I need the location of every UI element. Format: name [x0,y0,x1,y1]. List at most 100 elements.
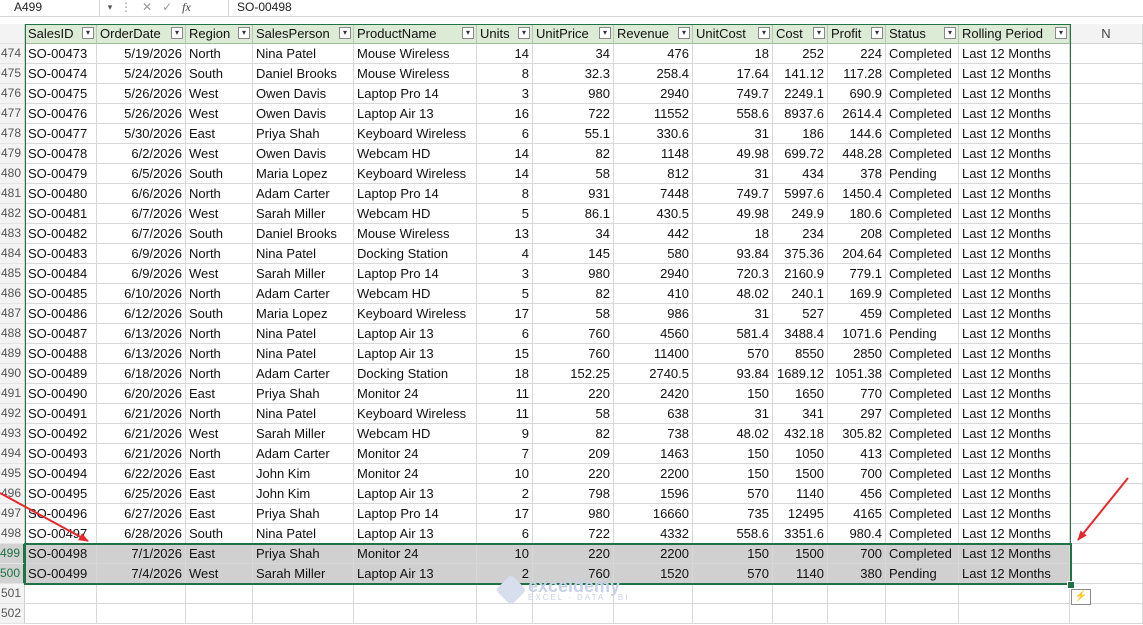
row-number[interactable]: 496 [0,484,25,504]
table-cell-profit[interactable]: 297 [828,404,886,424]
table-cell-salesperson[interactable]: Nina Patel [253,524,354,544]
table-cell-cost[interactable]: 1500 [773,544,828,564]
table-cell-cost[interactable]: 2249.1 [773,84,828,104]
table-cell-n[interactable] [1070,204,1143,224]
table-cell-region[interactable]: South [186,224,253,244]
column-header-region[interactable]: Region ▾ [186,24,253,44]
table-cell-region[interactable]: East [186,124,253,144]
empty-cell[interactable] [614,604,693,624]
table-cell-salesid[interactable]: SO-00490 [25,384,97,404]
table-cell-orderdate[interactable]: 6/12/2026 [97,304,186,324]
filter-dropdown-icon[interactable]: ▾ [1055,27,1067,39]
table-cell-unitcost[interactable]: 558.6 [693,104,773,124]
table-cell-status[interactable]: Completed [886,444,959,464]
table-cell-orderdate[interactable]: 6/13/2026 [97,324,186,344]
table-cell-unitcost[interactable]: 735 [693,504,773,524]
table-cell-salesid[interactable]: SO-00477 [25,124,97,144]
table-cell-n[interactable] [1070,444,1143,464]
row-number[interactable]: 487 [0,304,25,324]
more-options-icon[interactable]: ⋮ [120,0,132,16]
formula-input[interactable]: SO-00498 [228,0,1143,16]
table-cell-productname[interactable]: Laptop Air 13 [354,324,477,344]
column-header-salesid[interactable]: SalesID ▾ [25,24,97,44]
table-cell-status[interactable]: Completed [886,104,959,124]
table-cell-productname[interactable]: Mouse Wireless [354,44,477,64]
table-cell-status[interactable]: Pending [886,564,959,584]
row-number[interactable]: 486 [0,284,25,304]
table-cell-units[interactable]: 4 [477,244,533,264]
table-cell-profit[interactable]: 779.1 [828,264,886,284]
table-cell-revenue[interactable]: 430.5 [614,204,693,224]
row-number[interactable]: 494 [0,444,25,464]
table-cell-unitprice[interactable]: 220 [533,544,614,564]
table-cell-units[interactable]: 6 [477,524,533,544]
table-cell-salesid[interactable]: SO-00489 [25,364,97,384]
table-cell-productname[interactable]: Mouse Wireless [354,64,477,84]
table-cell-status[interactable]: Pending [886,164,959,184]
empty-cell[interactable] [1070,604,1143,624]
table-cell-profit[interactable]: 2850 [828,344,886,364]
table-cell-salesperson[interactable]: Owen Davis [253,104,354,124]
table-cell-units[interactable]: 3 [477,264,533,284]
table-cell-rolling-period[interactable]: Last 12 Months [959,564,1070,584]
table-cell-cost[interactable]: 527 [773,304,828,324]
empty-cell[interactable] [25,584,97,604]
table-cell-rolling-period[interactable]: Last 12 Months [959,284,1070,304]
table-cell-unitcost[interactable]: 48.02 [693,424,773,444]
table-cell-status[interactable]: Completed [886,264,959,284]
table-cell-unitprice[interactable]: 34 [533,44,614,64]
table-cell-unitcost[interactable]: 48.02 [693,284,773,304]
table-cell-region[interactable]: West [186,84,253,104]
table-cell-n[interactable] [1070,324,1143,344]
table-cell-salesid[interactable]: SO-00497 [25,524,97,544]
row-number[interactable]: 498 [0,524,25,544]
table-cell-orderdate[interactable]: 7/1/2026 [97,544,186,564]
table-cell-revenue[interactable]: 11400 [614,344,693,364]
empty-cell[interactable] [886,604,959,624]
table-cell-salesid[interactable]: SO-00476 [25,104,97,124]
table-cell-status[interactable]: Completed [886,244,959,264]
table-cell-unitcost[interactable]: 150 [693,544,773,564]
filter-dropdown-icon[interactable]: ▾ [462,27,474,39]
table-cell-unitcost[interactable]: 31 [693,164,773,184]
table-cell-salesperson[interactable]: Owen Davis [253,84,354,104]
table-cell-profit[interactable]: 204.64 [828,244,886,264]
table-cell-orderdate[interactable]: 6/9/2026 [97,244,186,264]
table-cell-region[interactable]: East [186,384,253,404]
table-cell-salesperson[interactable]: Sarah Miller [253,204,354,224]
empty-cell[interactable] [354,584,477,604]
table-cell-salesid[interactable]: SO-00480 [25,184,97,204]
table-cell-cost[interactable]: 12495 [773,504,828,524]
table-cell-productname[interactable]: Webcam HD [354,144,477,164]
table-cell-orderdate[interactable]: 6/25/2026 [97,484,186,504]
table-cell-productname[interactable]: Monitor 24 [354,384,477,404]
table-cell-revenue[interactable]: 330.6 [614,124,693,144]
table-cell-orderdate[interactable]: 6/18/2026 [97,364,186,384]
table-cell-rolling-period[interactable]: Last 12 Months [959,424,1070,444]
table-cell-revenue[interactable]: 7448 [614,184,693,204]
table-cell-profit[interactable]: 305.82 [828,424,886,444]
table-cell-unitcost[interactable]: 570 [693,344,773,364]
table-cell-cost[interactable]: 240.1 [773,284,828,304]
table-cell-productname[interactable]: Laptop Air 13 [354,104,477,124]
filter-dropdown-icon[interactable]: ▾ [871,27,883,39]
table-cell-n[interactable] [1070,64,1143,84]
table-cell-productname[interactable]: Laptop Air 13 [354,484,477,504]
table-cell-n[interactable] [1070,164,1143,184]
table-cell-region[interactable]: North [186,284,253,304]
table-cell-units[interactable]: 5 [477,204,533,224]
table-cell-rolling-period[interactable]: Last 12 Months [959,464,1070,484]
table-cell-salesperson[interactable]: Nina Patel [253,404,354,424]
table-cell-orderdate[interactable]: 6/28/2026 [97,524,186,544]
row-number[interactable]: 480 [0,164,25,184]
table-cell-profit[interactable]: 169.9 [828,284,886,304]
empty-cell[interactable] [97,604,186,624]
table-cell-productname[interactable]: Keyboard Wireless [354,304,477,324]
table-cell-n[interactable] [1070,44,1143,64]
table-cell-cost[interactable]: 186 [773,124,828,144]
table-cell-cost[interactable]: 432.18 [773,424,828,444]
table-cell-salesid[interactable]: SO-00485 [25,284,97,304]
table-cell-orderdate[interactable]: 5/26/2026 [97,84,186,104]
table-cell-status[interactable]: Completed [886,424,959,444]
column-header-status[interactable]: Status ▾ [886,24,959,44]
